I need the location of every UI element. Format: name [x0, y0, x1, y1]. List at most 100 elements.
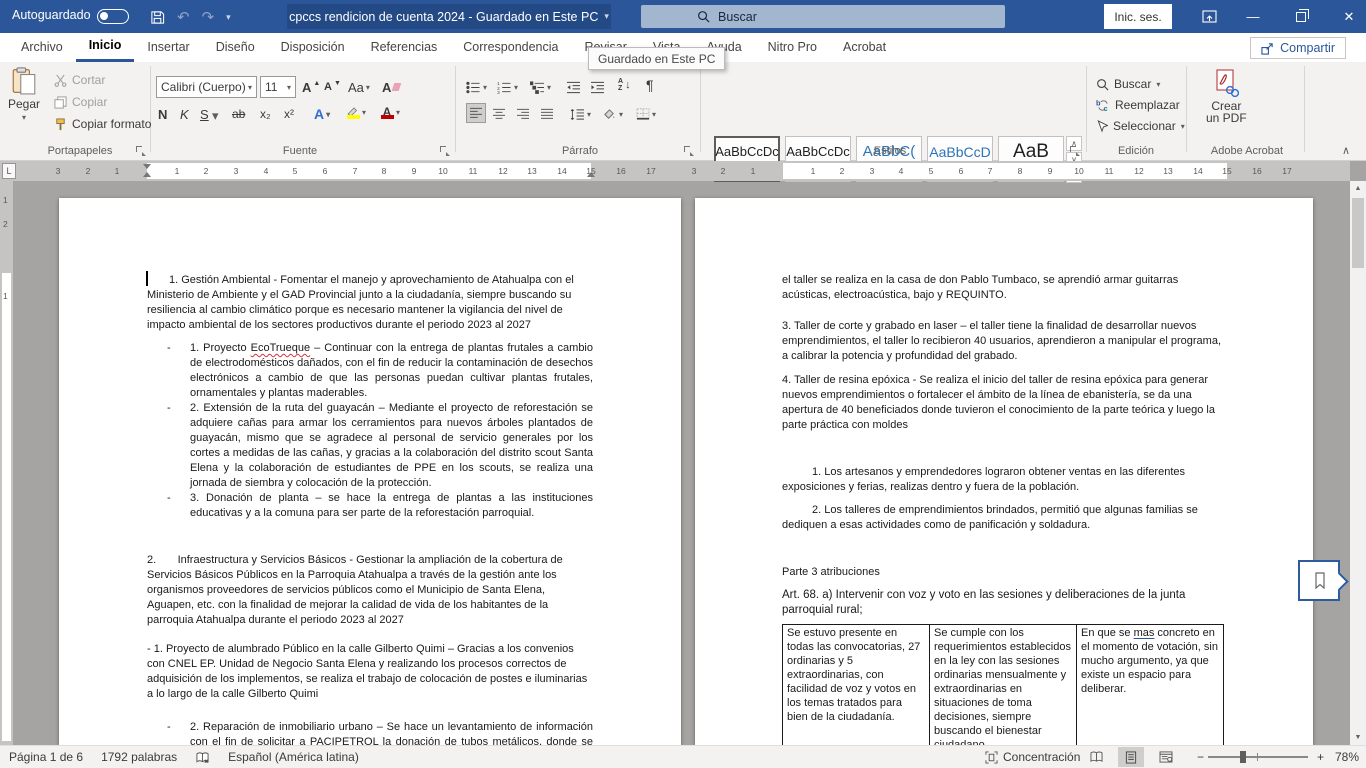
document-page-2[interactable]: el taller se realiza en la casa de don P… [695, 198, 1313, 745]
multilevel-list-button[interactable]: ▾ [530, 77, 551, 97]
zoom-level[interactable]: 78% [1326, 746, 1366, 768]
tab-insertar[interactable]: Insertar [134, 33, 202, 62]
pilcrow-button[interactable]: ¶ [646, 75, 654, 95]
paragraph[interactable]: 1. Los artesanos y emprendedores lograro… [782, 465, 1224, 495]
paragraph[interactable]: 2. Los talleres de emprendimientos brind… [782, 503, 1224, 533]
table-cell[interactable]: Se estuvo presente en todas las convocat… [783, 625, 930, 755]
tab-disposicion[interactable]: Disposición [268, 33, 358, 62]
tab-correspondencia[interactable]: Correspondencia [450, 33, 571, 62]
shrink-font-button[interactable]: A▼ [324, 77, 341, 97]
underline-button[interactable]: S [200, 104, 209, 124]
increase-indent-button[interactable] [590, 77, 605, 97]
clipboard-dialog-launcher[interactable] [136, 146, 146, 156]
scrollbar-thumb[interactable] [1352, 198, 1364, 268]
text-effects-button[interactable]: A▾ [314, 104, 330, 124]
paragraph[interactable]: 1. Gestión Ambiental - Fomentar el manej… [147, 273, 593, 333]
strikethrough-button[interactable]: ab [232, 104, 245, 124]
table-cell[interactable]: En que se mas concreto en el momento de … [1077, 625, 1224, 755]
cut-button[interactable]: Cortar [54, 70, 105, 90]
decrease-indent-button[interactable] [566, 77, 581, 97]
tab-inicio[interactable]: Inicio [76, 33, 135, 62]
document-table[interactable]: Se estuvo presente en todas las convocat… [782, 624, 1224, 755]
hanging-indent-marker[interactable] [143, 172, 151, 177]
borders-button[interactable]: ▾ [636, 104, 656, 124]
restore-button[interactable] [1284, 0, 1318, 33]
zoom-slider-thumb[interactable] [1240, 751, 1246, 763]
font-size-combo[interactable]: 11▾ [260, 76, 296, 98]
tab-selector[interactable]: L [2, 163, 16, 179]
margin-bookmark-flag[interactable] [1298, 560, 1340, 601]
tab-nitro-pro[interactable]: Nitro Pro [755, 33, 830, 62]
vertical-scrollbar[interactable]: ▲ ▼ [1350, 181, 1366, 745]
align-right-button[interactable] [516, 104, 530, 124]
table-cell[interactable]: Se cumple con los requerimientos estable… [930, 625, 1077, 755]
paragraph[interactable]: 2. Infraestructura y Servicios Básicos -… [147, 553, 593, 628]
page-indicator[interactable]: Página 1 de 6 [0, 746, 92, 768]
highlight-button[interactable]: ▾ [346, 102, 366, 122]
ribbon-display-options-icon[interactable] [1192, 0, 1226, 33]
list-item[interactable]: - 1. Proyecto EcoTrueque – Continuar con… [147, 341, 593, 401]
styles-dialog-launcher[interactable] [1070, 146, 1080, 156]
italic-button[interactable]: K [180, 104, 189, 124]
share-button[interactable]: Compartir [1250, 37, 1346, 59]
language-indicator[interactable]: Español (América latina) [219, 746, 368, 768]
document-title[interactable]: cpccs rendicion de cuenta 2024 - Guardad… [287, 4, 611, 29]
subscript-button[interactable]: x₂ [260, 104, 271, 124]
replace-button[interactable]: bc Reemplazar [1096, 96, 1180, 114]
paragraph-dialog-launcher[interactable] [684, 146, 694, 156]
read-mode-button[interactable] [1083, 747, 1109, 767]
paragraph[interactable]: Art. 68. a) Intervenir con voz y voto en… [782, 588, 1224, 618]
align-left-button[interactable] [466, 103, 486, 123]
list-item[interactable]: - 2. Extensión de la ruta del guayacán –… [147, 401, 593, 491]
first-line-indent-marker[interactable] [143, 164, 151, 169]
paragraph[interactable]: el taller se realiza en la casa de don P… [782, 273, 1224, 303]
clear-formatting-button[interactable]: A [382, 77, 400, 97]
close-button[interactable]: ✕ [1332, 0, 1366, 33]
format-painter-button[interactable]: Copiar formato [54, 114, 151, 134]
select-button[interactable]: Seleccionar▾ [1096, 117, 1185, 135]
numbering-button[interactable]: 123▾ [497, 77, 518, 97]
scroll-up-icon[interactable]: ▲ [1350, 181, 1366, 196]
autosave-toggle[interactable] [97, 9, 129, 24]
superscript-button[interactable]: x² [284, 104, 294, 124]
copy-button[interactable]: Copiar [54, 92, 107, 112]
paragraph[interactable]: Parte 3 atribuciones [782, 565, 1224, 580]
proofing-status-icon[interactable] [186, 746, 219, 768]
grow-font-button[interactable]: A▲ [302, 77, 320, 97]
search-input[interactable]: Buscar [641, 5, 1005, 28]
undo-icon[interactable]: ↶ [177, 8, 190, 26]
tab-archivo[interactable]: Archivo [8, 33, 76, 62]
zoom-slider-track[interactable] [1208, 756, 1308, 758]
align-center-button[interactable] [492, 104, 506, 124]
font-dialog-launcher[interactable] [440, 146, 450, 156]
web-layout-button[interactable] [1153, 747, 1179, 767]
create-pdf-button[interactable]: Crear un PDF [1206, 69, 1247, 125]
font-family-combo[interactable]: Calibri (Cuerpo)▾ [156, 76, 257, 98]
tab-referencias[interactable]: Referencias [358, 33, 451, 62]
justify-button[interactable] [540, 104, 554, 124]
paste-button[interactable]: Pegar▾ [8, 67, 40, 122]
tab-acrobat[interactable]: Acrobat [830, 33, 899, 62]
line-spacing-button[interactable]: ▾ [570, 104, 591, 124]
right-indent-marker[interactable] [587, 172, 595, 177]
focus-mode-button[interactable]: Concentración [976, 746, 1089, 768]
font-color-button[interactable]: A ▾ [380, 102, 400, 122]
collapse-ribbon-icon[interactable]: ∧ [1342, 144, 1350, 157]
print-layout-button[interactable] [1118, 747, 1144, 767]
horizontal-ruler[interactable]: L 32112345678910111213141516173211234567… [0, 161, 1350, 181]
paragraph[interactable]: 3. Taller de corte y grabado en laser – … [782, 319, 1224, 364]
document-page-1[interactable]: 1. Gestión Ambiental - Fomentar el manej… [59, 198, 681, 745]
change-case-button[interactable]: Aa▾ [348, 77, 370, 97]
customize-qat-icon[interactable]: ▾ [226, 12, 231, 23]
find-button[interactable]: Buscar▾ [1096, 75, 1160, 93]
word-count[interactable]: 1792 palabras [92, 746, 186, 768]
bullets-button[interactable]: ▾ [466, 77, 487, 97]
minimize-button[interactable]: — [1236, 0, 1270, 33]
sort-button[interactable]: AZ↓ [618, 75, 631, 95]
underline-chevron-icon[interactable]: ▾ [212, 106, 219, 126]
paragraph[interactable]: - 1. Proyecto de alumbrado Público en la… [147, 642, 593, 702]
vertical-ruler[interactable]: 121 [0, 181, 13, 745]
bold-button[interactable]: N [158, 104, 167, 124]
list-item[interactable]: - 3. Donación de planta – se hace la ent… [147, 491, 593, 521]
shading-button[interactable]: ▾ [602, 104, 623, 124]
